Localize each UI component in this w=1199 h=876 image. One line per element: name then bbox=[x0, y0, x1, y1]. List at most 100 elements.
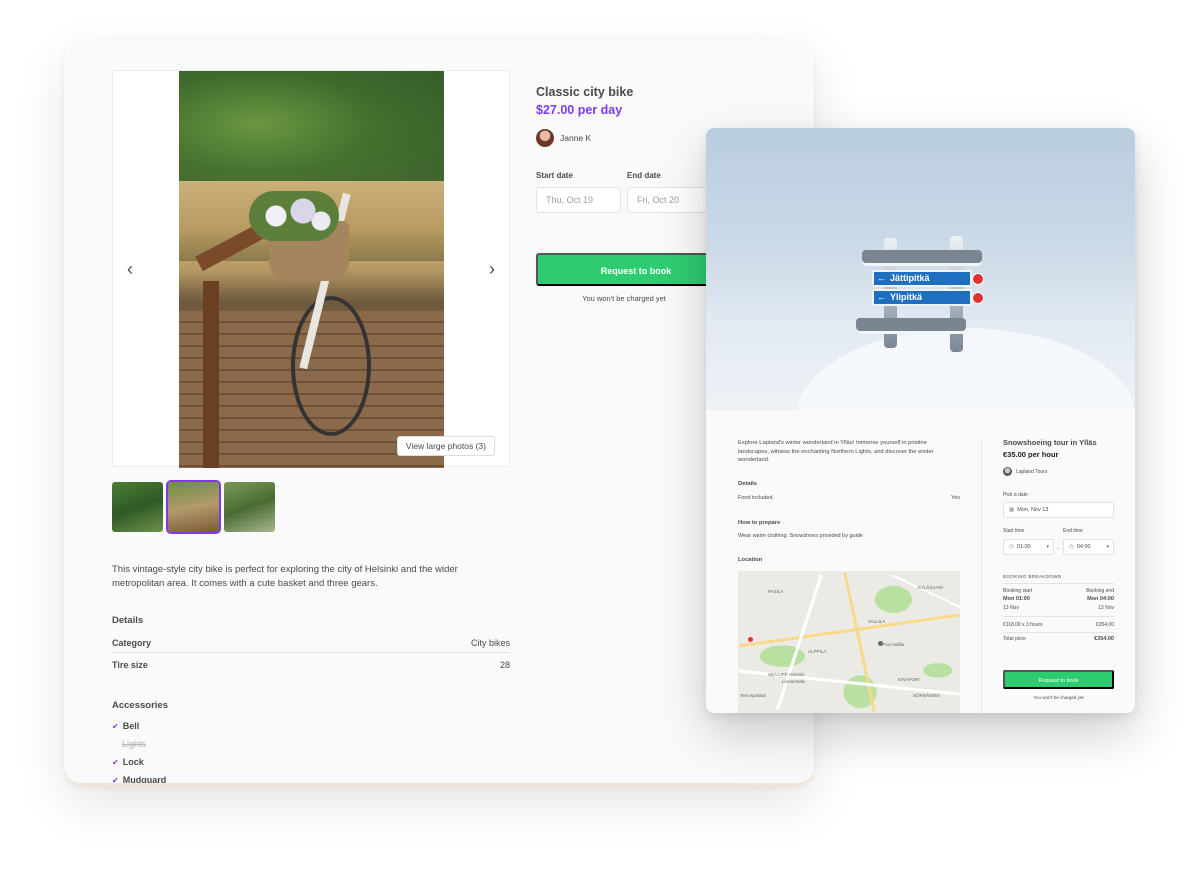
thumbnail-2-selected[interactable] bbox=[166, 480, 221, 534]
no-charge-note: You won't be charged yet bbox=[1033, 695, 1084, 700]
end-date-label: End date bbox=[627, 171, 661, 180]
listing-title: Classic city bike bbox=[536, 85, 634, 99]
tour-price: €35.00 per hour bbox=[1003, 450, 1059, 459]
author-name[interactable]: Janne K bbox=[560, 133, 591, 143]
start-time-select[interactable]: ◷ 01:00 ▾ bbox=[1003, 539, 1054, 555]
map-label: Linnanmäki bbox=[782, 679, 806, 684]
map-label: KYLÄSAARI bbox=[918, 585, 944, 590]
end-time-label: End time bbox=[1063, 528, 1083, 534]
trail-marker-icon bbox=[972, 292, 984, 304]
map-label: Tennispalatsi bbox=[740, 693, 767, 698]
thumbnail-1[interactable] bbox=[112, 482, 163, 532]
detail-row: Category City bikes bbox=[112, 638, 510, 653]
map-label: KINAPORI bbox=[898, 677, 920, 682]
view-large-photos-button[interactable]: View large photos (3) bbox=[396, 436, 495, 456]
booking-start-date: 13 Nov bbox=[1003, 605, 1019, 611]
breakdown-divider bbox=[1003, 583, 1114, 584]
avatar[interactable] bbox=[536, 129, 554, 147]
trail-sign-2: Ylipitkä bbox=[872, 289, 984, 306]
map-pin-icon[interactable] bbox=[748, 637, 753, 642]
author-info[interactable]: Lapland Tours bbox=[1003, 467, 1047, 476]
location-map[interactable]: PASILA VALLILA ALPPILA KYLÄSAARI SEA LIF… bbox=[738, 571, 960, 713]
accessory-item: ✔ Lock bbox=[112, 757, 144, 767]
booking-start-label: Booking start bbox=[1003, 588, 1033, 594]
detail-value: 28 bbox=[499, 660, 510, 670]
detail-key: Food included bbox=[738, 495, 773, 501]
map-label: VALLILA bbox=[868, 619, 886, 624]
map-pin-icon[interactable] bbox=[878, 641, 883, 646]
image-carousel: ‹ › View large photos (3) bbox=[112, 70, 510, 468]
booking-start-time: Mon 01:00 bbox=[1003, 596, 1030, 602]
booking-end-date: 13 Nov bbox=[1098, 605, 1114, 611]
chevron-down-icon: ▾ bbox=[1106, 544, 1109, 550]
detail-key: Tire size bbox=[112, 660, 148, 670]
check-icon: ✔ bbox=[112, 722, 119, 731]
pick-date-label: Pick a date bbox=[1003, 492, 1028, 498]
clock-icon: ◷ bbox=[1009, 544, 1014, 550]
detail-key: Category bbox=[112, 638, 152, 648]
detail-value: City bikes bbox=[470, 638, 510, 648]
trail-marker-icon bbox=[972, 273, 984, 285]
listing-description: This vintage-style city bike is perfect … bbox=[112, 564, 458, 589]
line-item-value: €354.00 bbox=[1095, 622, 1114, 628]
breakdown-divider bbox=[1003, 616, 1114, 617]
author-name[interactable]: Lapland Tours bbox=[1016, 469, 1047, 475]
author-info[interactable]: Janne K bbox=[536, 129, 591, 147]
marketplace-showcase: ‹ › View large photos (3) This vintage-s… bbox=[0, 0, 1199, 876]
line-item-label: €118.00 x 3 hours bbox=[1003, 622, 1043, 628]
booking-end-label: Booking end bbox=[1086, 588, 1114, 594]
request-to-book-button[interactable]: Request to book bbox=[1003, 670, 1114, 689]
column-divider bbox=[981, 439, 982, 713]
bike-listing-page: ‹ › View large photos (3) This vintage-s… bbox=[64, 40, 814, 786]
tour-hero-photo[interactable]: Jättipitkä Ylipitkä bbox=[706, 128, 1135, 410]
chevron-down-icon: ▾ bbox=[1046, 544, 1049, 550]
booking-end-time: Mon 04:00 bbox=[1087, 596, 1114, 602]
carousel-prev-arrow-icon[interactable]: ‹ bbox=[120, 259, 140, 280]
accessory-item-unavailable: Lights bbox=[122, 739, 147, 749]
map-label: SÖRNÄINEN bbox=[913, 693, 940, 698]
carousel-next-arrow-icon[interactable]: › bbox=[482, 259, 502, 280]
end-time-select[interactable]: ◷ 04:00 ▾ bbox=[1063, 539, 1114, 555]
listing-price: $27.00 per day bbox=[536, 103, 623, 117]
snowy-board-top bbox=[862, 250, 982, 266]
thumbnail-3[interactable] bbox=[224, 482, 275, 532]
start-date-input[interactable]: Thu, Oct 19 bbox=[536, 187, 621, 213]
map-label: PASILA bbox=[768, 589, 784, 594]
avatar[interactable] bbox=[1003, 467, 1012, 476]
start-date-label: Start date bbox=[536, 171, 573, 180]
map-label: Puu-Vallila bbox=[883, 642, 905, 647]
end-date-input[interactable]: Fri, Oct 20 bbox=[627, 187, 717, 213]
detail-row: Food included Yes bbox=[738, 495, 960, 501]
date-picker-input[interactable]: ▦ Mon, Nov 13 bbox=[1003, 502, 1114, 518]
tour-listing-page: Jättipitkä Ylipitkä Explore Lapland's wi… bbox=[706, 128, 1135, 713]
accessories-heading: Accessories bbox=[112, 700, 168, 711]
accessory-item: ✔ Bell bbox=[112, 721, 140, 731]
detail-row: Tire size 28 bbox=[112, 660, 510, 674]
tour-title: Snowshoeing tour in Ylläs bbox=[1003, 438, 1097, 447]
total-price-label: Total price bbox=[1003, 636, 1026, 642]
detail-value: Yes bbox=[951, 495, 960, 501]
prepare-heading: How to prepare bbox=[738, 520, 781, 526]
bike-main-photo[interactable] bbox=[179, 71, 444, 468]
map-label: SEA LIFE Helsinki bbox=[768, 672, 805, 677]
calendar-icon: ▦ bbox=[1009, 507, 1015, 513]
prepare-text: Wear warm clothing. Snowshoes provided b… bbox=[738, 533, 863, 539]
time-separator: - bbox=[1057, 546, 1059, 552]
no-charge-note: You won't be charged yet bbox=[582, 294, 666, 303]
thumbnail-strip bbox=[112, 480, 275, 534]
check-icon: ✔ bbox=[112, 776, 119, 785]
clock-icon: ◷ bbox=[1069, 544, 1074, 550]
total-price-value: €354.00 bbox=[1094, 636, 1114, 642]
accessory-item: ✔ Mudguard bbox=[112, 775, 167, 785]
tour-details-heading: Details bbox=[738, 481, 758, 487]
trail-sign-1: Jättipitkä bbox=[872, 270, 984, 287]
tour-description: Explore Lapland's winter wonderland in Y… bbox=[738, 440, 934, 463]
check-icon: ✔ bbox=[112, 758, 119, 767]
details-heading: Details bbox=[112, 615, 144, 626]
breakdown-divider bbox=[1003, 632, 1114, 633]
snowy-board-bottom bbox=[856, 318, 966, 334]
booking-breakdown-heading: BOOKING BREAKDOWN bbox=[1003, 574, 1062, 579]
location-heading: Location bbox=[738, 557, 763, 563]
start-time-label: Start time bbox=[1003, 528, 1025, 534]
map-label: ALPPILA bbox=[808, 649, 827, 654]
